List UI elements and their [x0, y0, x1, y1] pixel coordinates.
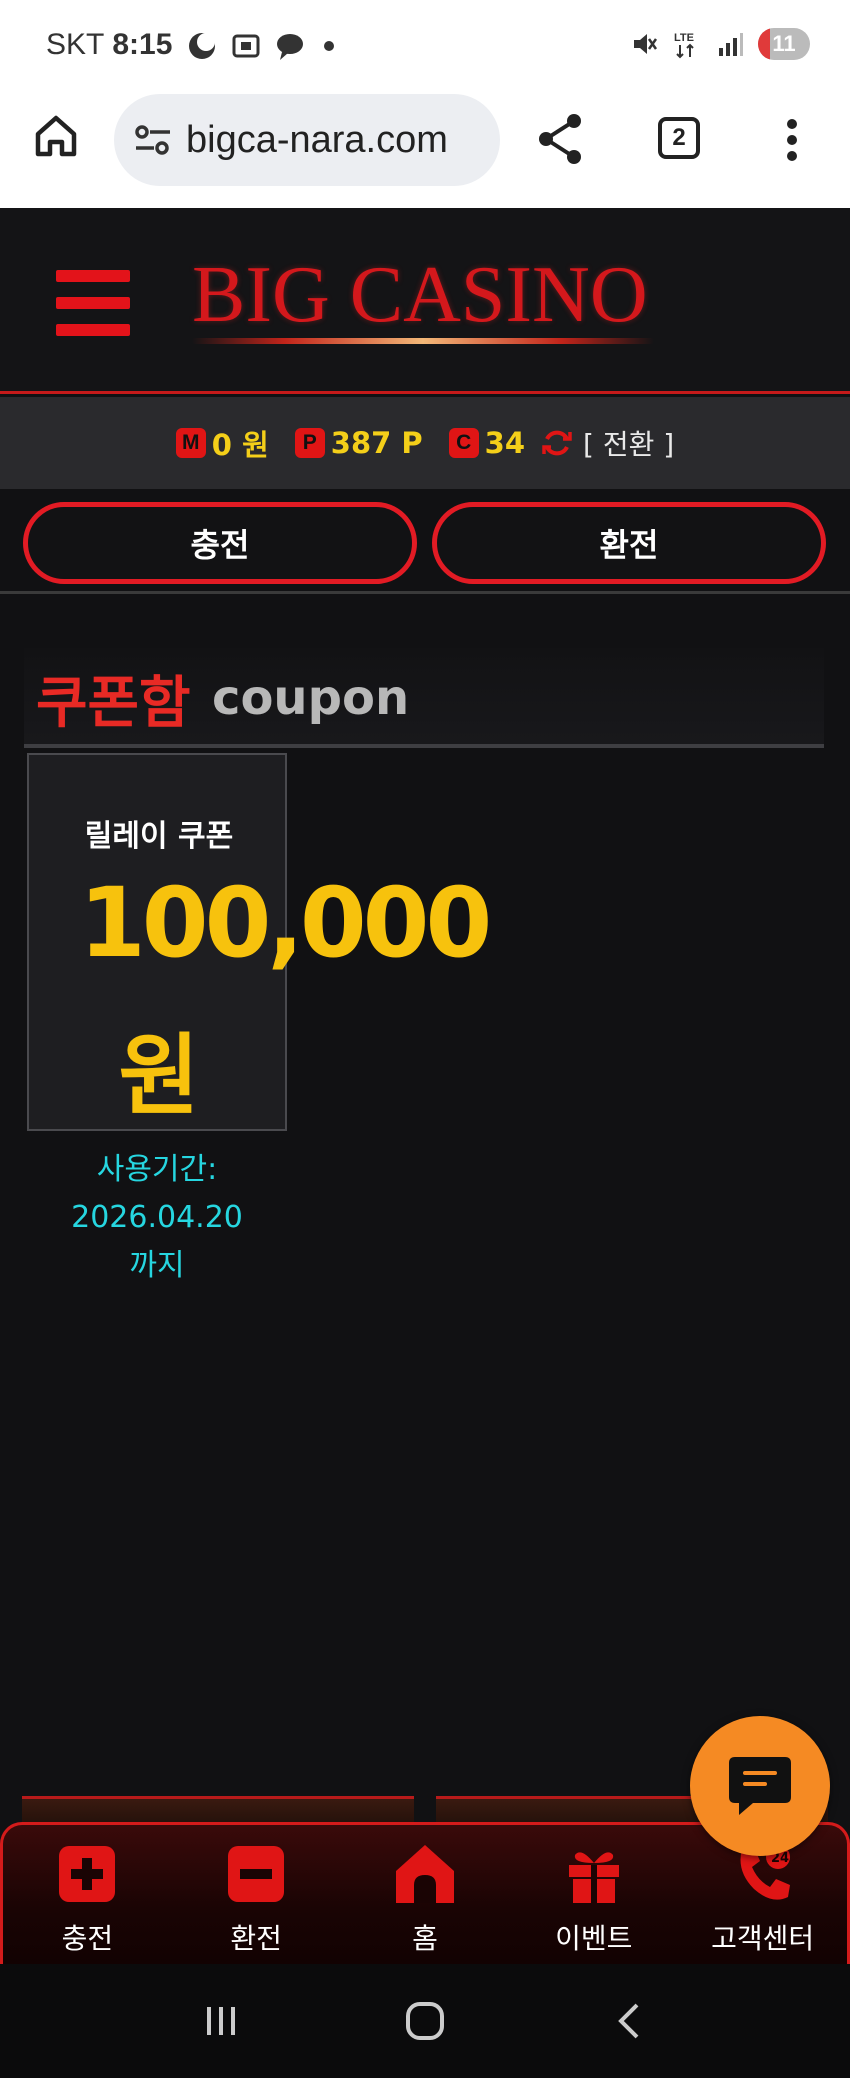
coupon-badge: C [448, 428, 479, 458]
expiry-suffix: 까지 [129, 1248, 185, 1283]
nav-exchange[interactable]: 환전 [172, 1825, 341, 1964]
money-badge: M [175, 428, 206, 458]
site-settings-icon[interactable] [132, 119, 174, 161]
point-value: 387 P [330, 426, 423, 460]
nav-label-charge: 충전 [61, 1922, 114, 1955]
browser-toolbar: bigca-nara.com 2 [0, 90, 850, 208]
coupon-count: 34 [484, 426, 526, 460]
coupon-card[interactable]: 릴레이 쿠폰 100,000 원 [27, 753, 492, 1131]
minus-icon [228, 1846, 285, 1902]
coupon-section-header: 쿠폰함 coupon [24, 648, 824, 748]
exchange-button[interactable]: 환전 [432, 502, 826, 584]
coupon-title-english: coupon [212, 670, 410, 726]
url-text: bigca-nara.com [186, 118, 448, 161]
logo-underline [192, 338, 654, 344]
share-icon[interactable] [536, 112, 586, 166]
home-icon [395, 1845, 454, 1903]
notification-icons [186, 30, 334, 62]
nav-event[interactable]: 이벤트 [509, 1825, 678, 1964]
screenshot-icon [232, 34, 260, 58]
browser-home-icon[interactable] [32, 112, 80, 160]
money-value: 0 원 [211, 428, 269, 462]
more-menu-icon[interactable] [780, 116, 804, 164]
action-buttons: 충전 환전 [0, 489, 850, 594]
point-badge: P [294, 428, 325, 458]
live-chat-button[interactable] [690, 1716, 830, 1856]
balance-bar: M 0 원 P 387 P C 34 [ 전환 ] [0, 397, 850, 489]
chat-icon [729, 1757, 791, 1815]
refresh-icon[interactable] [541, 427, 573, 459]
site-header: BIG CASINO [0, 208, 850, 394]
switch-button[interactable]: [ 전환 ] [583, 423, 674, 463]
tab-switcher-button[interactable]: 2 [658, 117, 700, 159]
nav-charge[interactable]: 충전 [3, 1825, 172, 1964]
signal-icon [719, 33, 743, 56]
coupon-amount: 100,000 [79, 867, 492, 979]
coupon-unit: 원 [118, 1024, 200, 1127]
expiry-label: 사용기간: [96, 1152, 218, 1187]
system-indicators: LTE 11 [630, 28, 810, 60]
plus-icon [59, 1846, 116, 1902]
moon-icon [189, 33, 215, 59]
status-carrier: SKT 8:15 [46, 28, 172, 62]
battery-indicator: 11 [758, 28, 810, 60]
nav-home[interactable]: 홈 [341, 1825, 510, 1964]
expiry-date: 2026.04.20 [71, 1200, 243, 1235]
point-balance: P 387 P [294, 426, 423, 460]
money-balance: M 0 원 [175, 422, 269, 464]
nav-label-exchange: 환전 [230, 1922, 282, 1955]
more-notifications-dot [324, 41, 334, 51]
coupon-name: 릴레이 쿠폰 [84, 819, 234, 854]
carrier-name: SKT [46, 28, 105, 61]
chat-bubble-icon [277, 34, 303, 60]
nav-label-event: 이벤트 [555, 1922, 633, 1955]
mute-icon [634, 34, 658, 54]
charge-button[interactable]: 충전 [23, 502, 417, 584]
address-bar[interactable]: bigca-nara.com [114, 94, 500, 186]
home-system-icon[interactable] [403, 1999, 447, 2043]
status-bar: SKT 8:15 LTE 11 [0, 0, 850, 90]
site-logo[interactable]: BIG CASINO [192, 250, 648, 341]
nav-label-support: 고객센터 [711, 1922, 815, 1955]
battery-level: 11 [772, 31, 796, 56]
gift-icon [568, 1852, 619, 1903]
system-navigation-bar [0, 1964, 850, 2078]
coupon-title-korean: 쿠폰함 [36, 671, 191, 736]
back-icon[interactable] [609, 2001, 649, 2041]
lte-icon: LTE [674, 32, 694, 59]
recent-apps-icon[interactable] [201, 2001, 241, 2041]
status-time: 8:15 [112, 28, 173, 61]
nav-label-home: 홈 [412, 1922, 438, 1955]
coupon-expiry: 사용기간: 2026.04.20 까지 [27, 1146, 287, 1290]
coupon-balance: C 34 [448, 426, 526, 460]
hamburger-menu-icon[interactable] [56, 270, 130, 336]
svg-text:LTE: LTE [674, 32, 694, 44]
